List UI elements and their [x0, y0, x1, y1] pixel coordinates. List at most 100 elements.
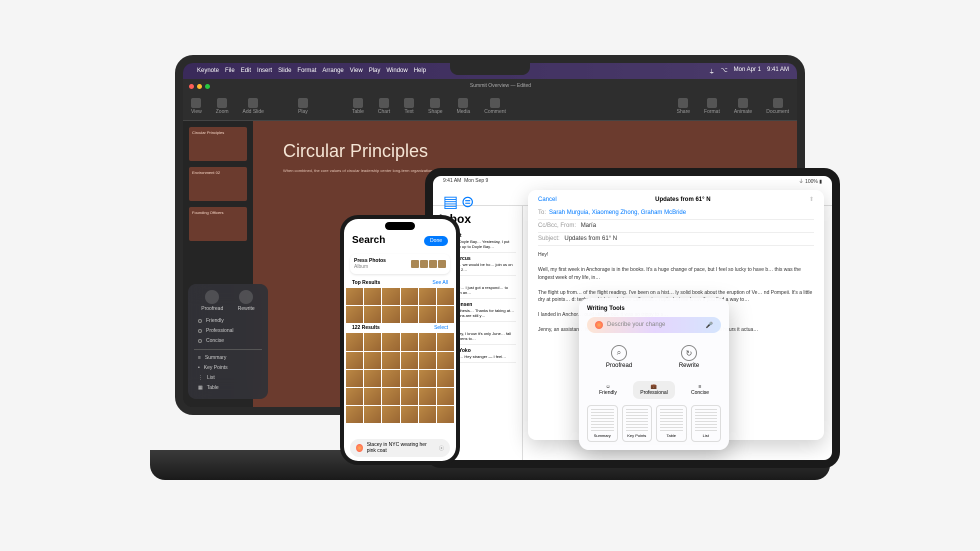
toolbar-add-slide[interactable]: Add Slide: [243, 98, 264, 115]
photo-thumb[interactable]: [346, 352, 363, 369]
toolbar-animate[interactable]: Animate: [734, 98, 752, 115]
wt-format-table[interactable]: ▦Table: [194, 383, 262, 393]
photo-thumb[interactable]: [382, 306, 399, 323]
close-button[interactable]: [189, 84, 194, 89]
toolbar-text[interactable]: Text: [404, 98, 414, 115]
done-button[interactable]: Done: [424, 236, 448, 246]
wt-format-summary[interactable]: ≡Summary: [194, 353, 262, 363]
wt-card-keypoints[interactable]: Key Points: [622, 405, 653, 442]
photo-thumb[interactable]: [346, 288, 363, 305]
control-center-icon[interactable]: ⌥: [721, 67, 728, 76]
photo-thumb[interactable]: [364, 306, 381, 323]
photo-thumb[interactable]: [382, 370, 399, 387]
photo-thumb[interactable]: [346, 388, 363, 405]
photo-thumb[interactable]: [346, 406, 363, 423]
cancel-button[interactable]: Cancel: [538, 197, 557, 203]
toolbar-document[interactable]: Document: [766, 98, 789, 115]
wt-rewrite-button[interactable]: ↻Rewrite: [657, 339, 721, 375]
zoom-button[interactable]: [205, 84, 210, 89]
photo-thumb[interactable]: [437, 406, 454, 423]
menubar-app[interactable]: Keynote: [197, 68, 219, 74]
toolbar-shape[interactable]: Shape: [428, 98, 442, 115]
menubar-arrange[interactable]: Arrange: [322, 68, 343, 74]
menubar-time[interactable]: 9:41 AM: [767, 67, 789, 76]
wt-describe-input[interactable]: Describe your change 🎤: [587, 317, 721, 333]
menubar-slide[interactable]: Slide: [278, 68, 291, 74]
photo-thumb[interactable]: [346, 333, 363, 350]
wt-tone-professional[interactable]: Professional: [194, 326, 262, 336]
photo-thumb[interactable]: [382, 388, 399, 405]
cc-field[interactable]: Cc/Bcc, From: María: [538, 220, 814, 233]
slide-thumb-1[interactable]: Circular Principles: [189, 127, 247, 161]
wifi-icon[interactable]: ⏚: [709, 67, 715, 76]
top-results-grid[interactable]: [344, 288, 456, 323]
menubar-play[interactable]: Play: [369, 68, 381, 74]
wt-card-table[interactable]: Table: [656, 405, 687, 442]
photo-thumb[interactable]: [419, 388, 436, 405]
toolbar-zoom[interactable]: Zoom: [216, 98, 229, 115]
wt-format-list[interactable]: ⋮List: [194, 373, 262, 383]
select-link[interactable]: Select: [434, 325, 448, 331]
wt-proofread-button[interactable]: ⌕Proofread: [587, 339, 651, 375]
wt-tone-concise[interactable]: Concise: [194, 336, 262, 346]
send-button[interactable]: ⬆: [809, 196, 814, 203]
clear-icon[interactable]: ⓧ: [439, 445, 444, 452]
minimize-button[interactable]: [197, 84, 202, 89]
toolbar-chart[interactable]: Chart: [378, 98, 390, 115]
toolbar-comment[interactable]: Comment: [484, 98, 506, 115]
photo-thumb[interactable]: [437, 288, 454, 305]
photo-thumb[interactable]: [401, 306, 418, 323]
menubar-date[interactable]: Mon Apr 1: [734, 67, 761, 76]
photo-thumb[interactable]: [364, 333, 381, 350]
wt-tone-professional[interactable]: 💼Professional: [633, 381, 675, 399]
photo-thumb[interactable]: [346, 306, 363, 323]
menubar-format[interactable]: Format: [297, 68, 316, 74]
photo-thumb[interactable]: [401, 352, 418, 369]
photo-thumb[interactable]: [401, 288, 418, 305]
photo-thumb[interactable]: [437, 370, 454, 387]
photo-thumb[interactable]: [364, 406, 381, 423]
photo-thumb[interactable]: [364, 352, 381, 369]
photo-thumb[interactable]: [437, 352, 454, 369]
wt-card-summary[interactable]: Summary: [587, 405, 618, 442]
wt-rewrite[interactable]: Rewrite: [238, 290, 255, 312]
slide-thumb-3[interactable]: Founding Officers: [189, 207, 247, 241]
photo-thumb[interactable]: [419, 406, 436, 423]
menubar-file[interactable]: File: [225, 68, 235, 74]
photo-thumb[interactable]: [346, 370, 363, 387]
toolbar-share[interactable]: Share: [677, 98, 690, 115]
menubar-view[interactable]: View: [350, 68, 363, 74]
slide-thumb-2[interactable]: Environment 02: [189, 167, 247, 201]
photo-thumb[interactable]: [437, 306, 454, 323]
photo-thumb[interactable]: [401, 406, 418, 423]
photo-thumb[interactable]: [364, 388, 381, 405]
photo-thumb[interactable]: [419, 306, 436, 323]
photo-thumb[interactable]: [419, 333, 436, 350]
photo-thumb[interactable]: [364, 370, 381, 387]
see-all-link[interactable]: See All: [432, 280, 448, 286]
photo-thumb[interactable]: [382, 352, 399, 369]
photo-thumb[interactable]: [364, 288, 381, 305]
album-suggestion-card[interactable]: Press Photos Album: [350, 254, 450, 274]
toolbar-view[interactable]: View: [191, 98, 202, 115]
photo-thumb[interactable]: [382, 333, 399, 350]
wt-card-list[interactable]: List: [691, 405, 722, 442]
menubar-help[interactable]: Help: [414, 68, 426, 74]
photo-thumb[interactable]: [401, 370, 418, 387]
photo-thumb[interactable]: [419, 288, 436, 305]
siri-search-bar[interactable]: Stacey in NYC wearing her pink coat ⓧ: [350, 439, 450, 457]
menubar-window[interactable]: Window: [386, 68, 407, 74]
wt-tone-concise[interactable]: ≡Concise: [679, 381, 721, 399]
toolbar-media[interactable]: Media: [457, 98, 471, 115]
wt-proofread[interactable]: Proofread: [201, 290, 223, 312]
all-results-grid[interactable]: [344, 333, 456, 423]
filter-icon[interactable]: ⊜: [461, 192, 471, 202]
wt-tone-friendly[interactable]: ☺Friendly: [587, 381, 629, 399]
wt-format-keypoints[interactable]: •Key Points: [194, 363, 262, 373]
photo-thumb[interactable]: [437, 333, 454, 350]
subject-field[interactable]: Subject: Updates from 61° N: [538, 233, 814, 246]
photo-thumb[interactable]: [401, 333, 418, 350]
photo-thumb[interactable]: [437, 388, 454, 405]
menubar-insert[interactable]: Insert: [257, 68, 272, 74]
to-field[interactable]: To:Sarah Murguia, Xiaomeng Zhong, Graham…: [538, 207, 814, 220]
